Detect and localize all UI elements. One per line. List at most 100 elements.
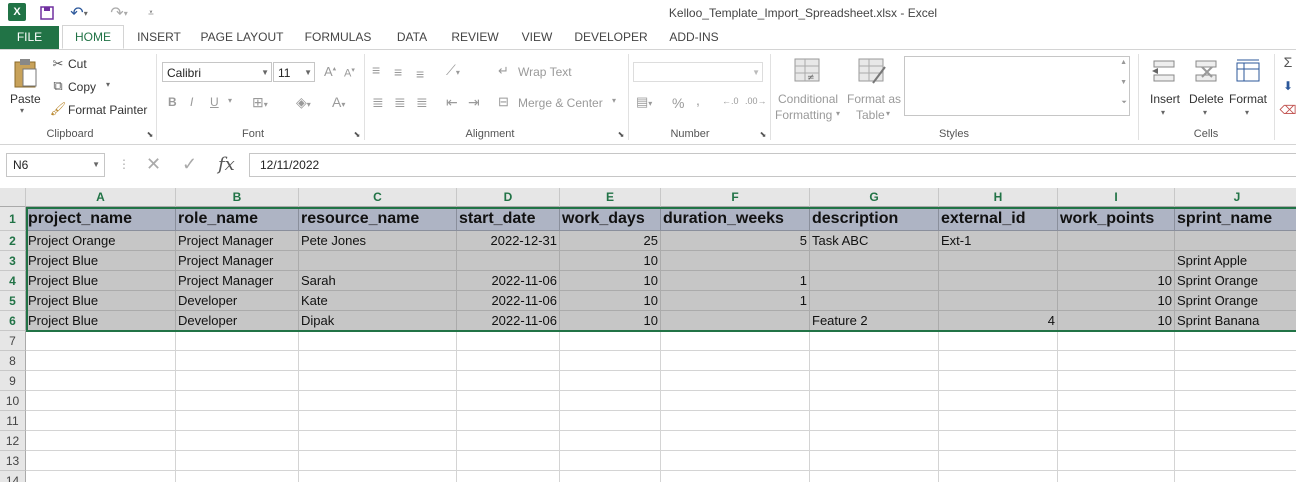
bottom-align-icon[interactable]: ≡ <box>416 66 424 82</box>
cell-i1[interactable]: work_points <box>1058 207 1175 231</box>
column-header-j[interactable]: J <box>1175 188 1296 207</box>
delete-cells-button[interactable]: Delete <box>1189 92 1224 106</box>
increase-decimal-icon[interactable]: ←.0 <box>722 96 739 106</box>
row-header-4[interactable]: 4 <box>0 271 26 291</box>
cell-d1[interactable]: start_date <box>457 207 560 231</box>
autosum-icon[interactable]: Σ <box>1280 54 1296 70</box>
merge-center-icon[interactable]: ⊟ <box>498 94 509 110</box>
conditional-formatting-dropdown-icon[interactable]: ▾ <box>836 109 840 118</box>
cell-h9[interactable] <box>939 371 1058 391</box>
tab-data[interactable]: DATA <box>390 26 434 49</box>
cell-e4[interactable]: 10 <box>560 271 661 291</box>
row-header-5[interactable]: 5 <box>0 291 26 311</box>
cell-c2[interactable]: Pete Jones <box>299 231 457 251</box>
cell-a13[interactable] <box>26 451 176 471</box>
tab-view[interactable]: VIEW <box>516 26 558 49</box>
cell-j6[interactable]: Sprint Banana <box>1175 311 1296 331</box>
confirm-entry-icon[interactable]: ✓ <box>182 154 197 175</box>
cell-a11[interactable] <box>26 411 176 431</box>
cell-h5[interactable] <box>939 291 1058 311</box>
row-header-14[interactable]: 14 <box>0 471 26 482</box>
cell-j11[interactable] <box>1175 411 1296 431</box>
cell-c3[interactable] <box>299 251 457 271</box>
cell-i10[interactable] <box>1058 391 1175 411</box>
cell-g5[interactable] <box>810 291 939 311</box>
cell-d6[interactable]: 2022-11-06 <box>457 311 560 331</box>
cell-c8[interactable] <box>299 351 457 371</box>
cell-e9[interactable] <box>560 371 661 391</box>
cell-d14[interactable] <box>457 471 560 482</box>
cell-b6[interactable]: Developer <box>176 311 299 331</box>
font-color-icon[interactable]: A▾ <box>332 94 345 110</box>
paste-dropdown-icon[interactable]: ▾ <box>20 106 24 115</box>
cell-i7[interactable] <box>1058 331 1175 351</box>
gallery-scroll-down-icon[interactable]: ▼ <box>1120 79 1127 86</box>
cell-j5[interactable]: Sprint Orange <box>1175 291 1296 311</box>
cell-h14[interactable] <box>939 471 1058 482</box>
cell-g14[interactable] <box>810 471 939 482</box>
cell-i13[interactable] <box>1058 451 1175 471</box>
cell-g13[interactable] <box>810 451 939 471</box>
format-cells-button[interactable]: Format <box>1229 92 1267 106</box>
clipboard-launcher-icon[interactable]: ⬊ <box>145 129 155 139</box>
cell-a7[interactable] <box>26 331 176 351</box>
accounting-format-icon[interactable]: ▤▾ <box>636 94 652 110</box>
formula-bar-grip-icon[interactable]: ⋮ <box>118 157 130 171</box>
cell-f11[interactable] <box>661 411 810 431</box>
cell-e8[interactable] <box>560 351 661 371</box>
cell-a6[interactable]: Project Blue <box>26 311 176 331</box>
cell-h12[interactable] <box>939 431 1058 451</box>
tab-add-ins[interactable]: ADD-INS <box>662 26 726 49</box>
cut-button[interactable]: Cut <box>68 57 87 71</box>
cell-f7[interactable] <box>661 331 810 351</box>
cell-h10[interactable] <box>939 391 1058 411</box>
cell-i2[interactable] <box>1058 231 1175 251</box>
cell-e12[interactable] <box>560 431 661 451</box>
cell-e14[interactable] <box>560 471 661 482</box>
cell-d8[interactable] <box>457 351 560 371</box>
row-header-8[interactable]: 8 <box>0 351 26 371</box>
cell-j13[interactable] <box>1175 451 1296 471</box>
middle-align-icon[interactable]: ≡ <box>394 64 402 80</box>
align-right-icon[interactable]: ≣ <box>416 94 428 111</box>
cell-f13[interactable] <box>661 451 810 471</box>
delete-dropdown-icon[interactable]: ▾ <box>1203 108 1207 117</box>
merge-dropdown-icon[interactable]: ▾ <box>612 96 616 105</box>
cell-a5[interactable]: Project Blue <box>26 291 176 311</box>
row-header-1[interactable]: 1 <box>0 207 26 231</box>
top-align-icon[interactable]: ≡ <box>372 62 380 78</box>
cell-i11[interactable] <box>1058 411 1175 431</box>
cell-b3[interactable]: Project Manager <box>176 251 299 271</box>
tab-home[interactable]: HOME <box>62 25 124 49</box>
column-header-e[interactable]: E <box>560 188 661 207</box>
wrap-text-icon[interactable]: ↵ <box>498 63 509 79</box>
cell-i12[interactable] <box>1058 431 1175 451</box>
cell-j4[interactable]: Sprint Orange <box>1175 271 1296 291</box>
cell-d7[interactable] <box>457 331 560 351</box>
cell-f1[interactable]: duration_weeks <box>661 207 810 231</box>
cell-g4[interactable] <box>810 271 939 291</box>
cell-f10[interactable] <box>661 391 810 411</box>
number-launcher-icon[interactable]: ⬊ <box>758 129 768 139</box>
cell-c4[interactable]: Sarah <box>299 271 457 291</box>
cell-a9[interactable] <box>26 371 176 391</box>
cell-c6[interactable]: Dipak <box>299 311 457 331</box>
cell-b9[interactable] <box>176 371 299 391</box>
cell-b8[interactable] <box>176 351 299 371</box>
cell-c10[interactable] <box>299 391 457 411</box>
cell-f4[interactable]: 1 <box>661 271 810 291</box>
cell-c13[interactable] <box>299 451 457 471</box>
cell-b2[interactable]: Project Manager <box>176 231 299 251</box>
cell-h6[interactable]: 4 <box>939 311 1058 331</box>
copy-icon[interactable]: ⧉ <box>50 78 66 94</box>
cell-b10[interactable] <box>176 391 299 411</box>
increase-font-size-icon[interactable]: A▴ <box>324 64 336 79</box>
cell-f5[interactable]: 1 <box>661 291 810 311</box>
tab-insert[interactable]: INSERT <box>132 26 186 49</box>
insert-function-button[interactable]: fx <box>218 154 235 175</box>
merge-center-button[interactable]: Merge & Center <box>518 96 603 110</box>
cell-b5[interactable]: Developer <box>176 291 299 311</box>
font-size-select[interactable]: 11 ▼ <box>273 62 315 82</box>
clear-icon[interactable]: ⌫ <box>1280 102 1296 118</box>
row-header-3[interactable]: 3 <box>0 251 26 271</box>
